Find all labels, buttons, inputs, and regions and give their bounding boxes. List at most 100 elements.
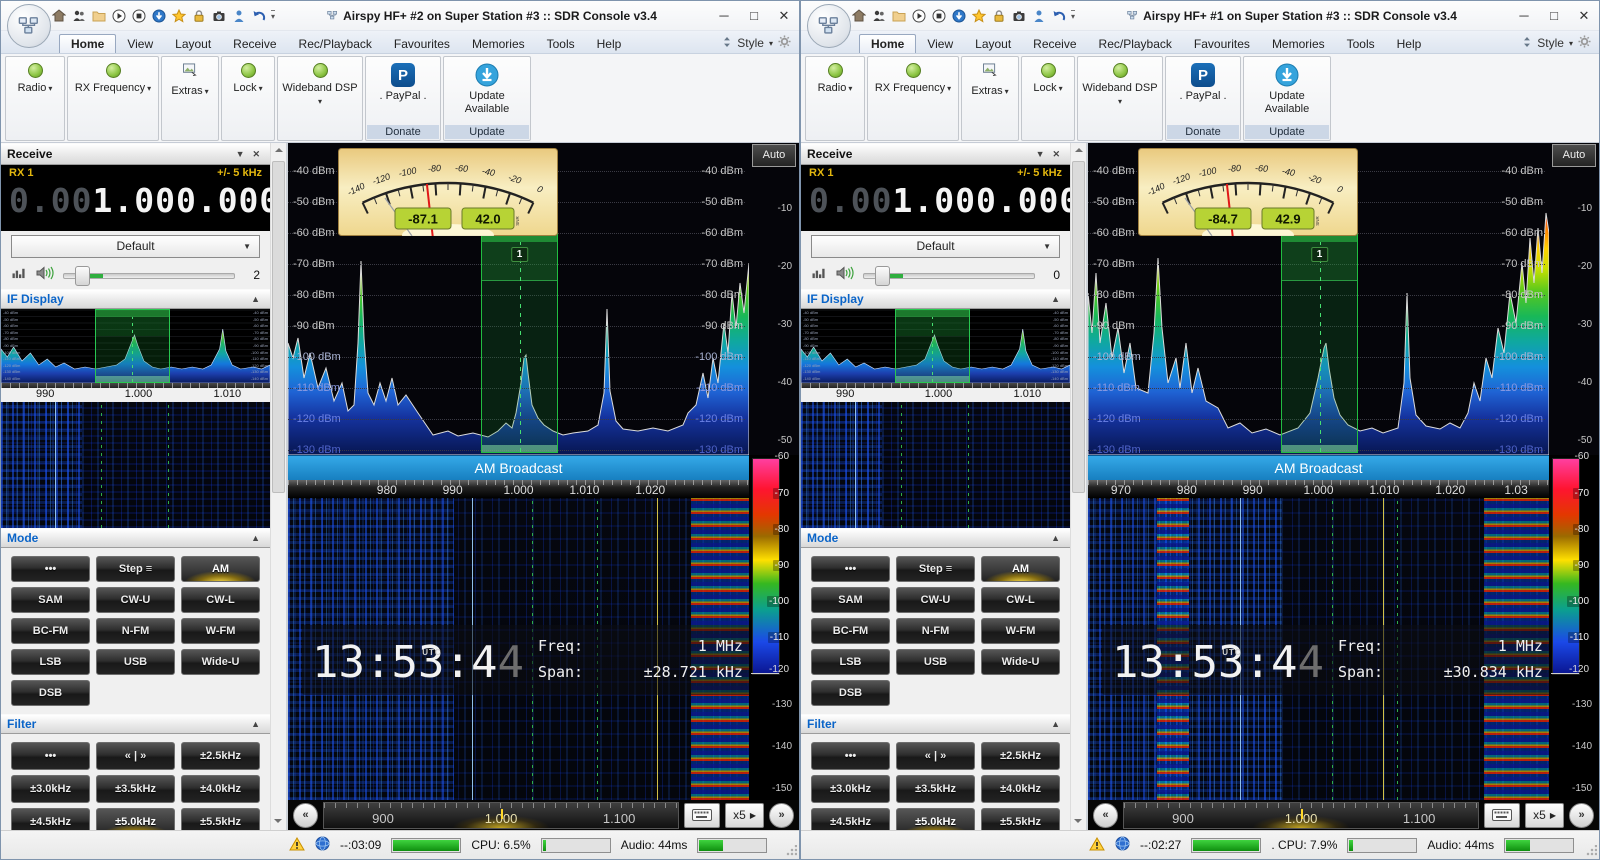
if-waterfall[interactable] [1, 402, 271, 528]
panel-close-icon[interactable]: ✕ [1049, 149, 1065, 160]
collapse-icon[interactable]: ▲ [247, 533, 264, 543]
filter-button-active[interactable]: ±5.0kHz [896, 808, 976, 830]
filter-button[interactable]: ±3.0kHz [811, 775, 891, 803]
mode-button[interactable]: CW-L [181, 587, 261, 613]
volume-slider[interactable] [863, 266, 1036, 286]
mode-button[interactable]: ••• [811, 556, 891, 582]
minimize-button[interactable]: ─ [709, 2, 739, 30]
lock-icon[interactable] [991, 8, 1006, 23]
filter-button[interactable]: ±3.5kHz [896, 775, 976, 803]
rx-frequency-button[interactable]: RX Frequency ▾ [67, 56, 159, 141]
tab-home[interactable]: Home [859, 34, 917, 53]
frequency-ruler[interactable]: 980 990 1.000 1.010 1.020 [288, 480, 749, 498]
speaker-icon[interactable] [836, 265, 854, 285]
network-globe-icon[interactable] [1115, 836, 1130, 854]
tab-layout[interactable]: Layout [164, 35, 222, 53]
frequency-display[interactable]: RX 1 +/- 5 kHz 0.001.000.000 [801, 165, 1071, 231]
tab-layout[interactable]: Layout [964, 35, 1022, 53]
filter-button[interactable]: ±4.0kHz [981, 775, 1061, 803]
radio-button[interactable]: Radio ▾ [805, 56, 865, 141]
profile-dropdown[interactable]: Default ▼ [11, 234, 261, 258]
band-navigator[interactable]: 900 1.000 1.100 [323, 801, 680, 829]
extras-button[interactable]: Extras ▾ [161, 56, 219, 141]
person-icon[interactable] [1031, 8, 1046, 23]
camera-icon[interactable] [1011, 8, 1026, 23]
gear-icon[interactable] [778, 35, 791, 51]
equalizer-icon[interactable] [11, 266, 27, 284]
person-icon[interactable] [231, 8, 246, 23]
tab-home[interactable]: Home [59, 34, 117, 53]
mode-button[interactable]: W-FM [181, 618, 261, 644]
volume-slider[interactable] [63, 266, 236, 286]
play-icon[interactable] [111, 8, 126, 23]
filter-button[interactable]: ±5.5kHz [181, 808, 261, 830]
download-icon[interactable] [151, 8, 166, 23]
extras-button[interactable]: Extras ▾ [961, 56, 1019, 141]
tab-help[interactable]: Help [586, 35, 633, 53]
if-waterfall[interactable] [801, 402, 1071, 528]
if-spectrum[interactable]: -40 dBm -50 dBm -60 dBm -70 dBm -80 dBm -90 d… [801, 309, 1071, 383]
app-menu-button[interactable] [7, 4, 51, 48]
page-left-button[interactable]: « [1093, 802, 1118, 828]
equalizer-icon[interactable] [811, 266, 827, 284]
mode-button[interactable]: DSB [11, 680, 91, 706]
download-icon[interactable] [951, 8, 966, 23]
tuning-selection[interactable]: 1 [481, 233, 558, 453]
tab-view[interactable]: View [916, 35, 964, 53]
lock-icon[interactable] [191, 8, 206, 23]
if-selection[interactable] [95, 309, 170, 383]
filter-button[interactable]: ±4.5kHz [11, 808, 91, 830]
scrollbar-thumb[interactable] [272, 161, 285, 493]
update-available-button[interactable]: Update Available Update [443, 56, 531, 141]
tab-memories[interactable]: Memories [1261, 35, 1336, 53]
rx-frequency-button[interactable]: RX Frequency ▾ [867, 56, 959, 141]
mode-button[interactable]: SAM [11, 587, 91, 613]
close-button[interactable]: ✕ [1569, 2, 1599, 30]
mode-button[interactable]: N-FM [96, 618, 176, 644]
collapse-icon[interactable]: ▲ [247, 294, 264, 304]
undo-icon[interactable] [1051, 8, 1066, 23]
spectrum-display[interactable]: -40 dBm -40 dBm -50 dBm -50 dBm -60 dBm -60… [288, 143, 799, 456]
style-menu[interactable]: Style [737, 36, 764, 50]
if-spectrum[interactable]: -40 dBm -50 dBm -60 dBm -70 dBm -80 dBm -90 d… [1, 309, 271, 383]
mode-button[interactable]: ••• [11, 556, 91, 582]
mode-button[interactable]: LSB [11, 649, 91, 675]
tab-tools[interactable]: Tools [1336, 35, 1386, 53]
volume-slider-thumb[interactable] [875, 266, 890, 286]
mode-button[interactable]: CW-U [96, 587, 176, 613]
auto-scale-button[interactable]: Auto [752, 144, 796, 167]
filter-button[interactable]: ±2.5kHz [181, 742, 261, 770]
paypal-button[interactable]: P . PayPal . Donate [365, 56, 441, 141]
tab-view[interactable]: View [116, 35, 164, 53]
collapse-icon[interactable]: ▲ [1047, 533, 1064, 543]
maximize-button[interactable]: □ [739, 2, 769, 30]
mode-button[interactable]: Wide-U [181, 649, 261, 675]
favourite-star-icon[interactable] [971, 8, 986, 23]
update-available-button[interactable]: Update Available Update [1243, 56, 1331, 141]
play-icon[interactable] [911, 8, 926, 23]
waterfall[interactable]: UTC 13:53:44 Freq: 1 MHz Span: ±28.721 kHz [288, 498, 749, 800]
filter-button[interactable]: ••• [11, 742, 91, 770]
radio-button[interactable]: Radio ▾ [5, 56, 65, 141]
maximize-button[interactable]: □ [1539, 2, 1569, 30]
style-caret-icon[interactable]: ▾ [769, 39, 773, 48]
tab-rec-playback[interactable]: Rec/Playback [1088, 35, 1183, 53]
mode-button[interactable]: LSB [811, 649, 891, 675]
warning-icon[interactable] [1089, 836, 1105, 854]
tab-favourites[interactable]: Favourites [1183, 35, 1261, 53]
auto-scale-button[interactable]: Auto [1552, 144, 1596, 167]
keyboard-entry-button[interactable] [684, 802, 721, 828]
tab-rec-playback[interactable]: Rec/Playback [288, 35, 383, 53]
collapse-icon[interactable]: ▲ [1047, 719, 1064, 729]
tab-help[interactable]: Help [1386, 35, 1433, 53]
mode-button[interactable]: CW-U [896, 587, 976, 613]
app-menu-button[interactable] [807, 4, 851, 48]
mode-button[interactable]: DSB [811, 680, 891, 706]
band-navigator[interactable]: 900 1.000 1.100 [1123, 801, 1480, 829]
folder-icon[interactable] [91, 8, 106, 23]
lock-button[interactable]: Lock ▾ [221, 56, 275, 141]
mode-button[interactable]: CW-L [981, 587, 1061, 613]
panel-menu-icon[interactable]: ▼ [232, 149, 249, 159]
style-menu[interactable]: Style [1537, 36, 1564, 50]
zoom-button[interactable]: x5 ▶ [725, 802, 764, 828]
